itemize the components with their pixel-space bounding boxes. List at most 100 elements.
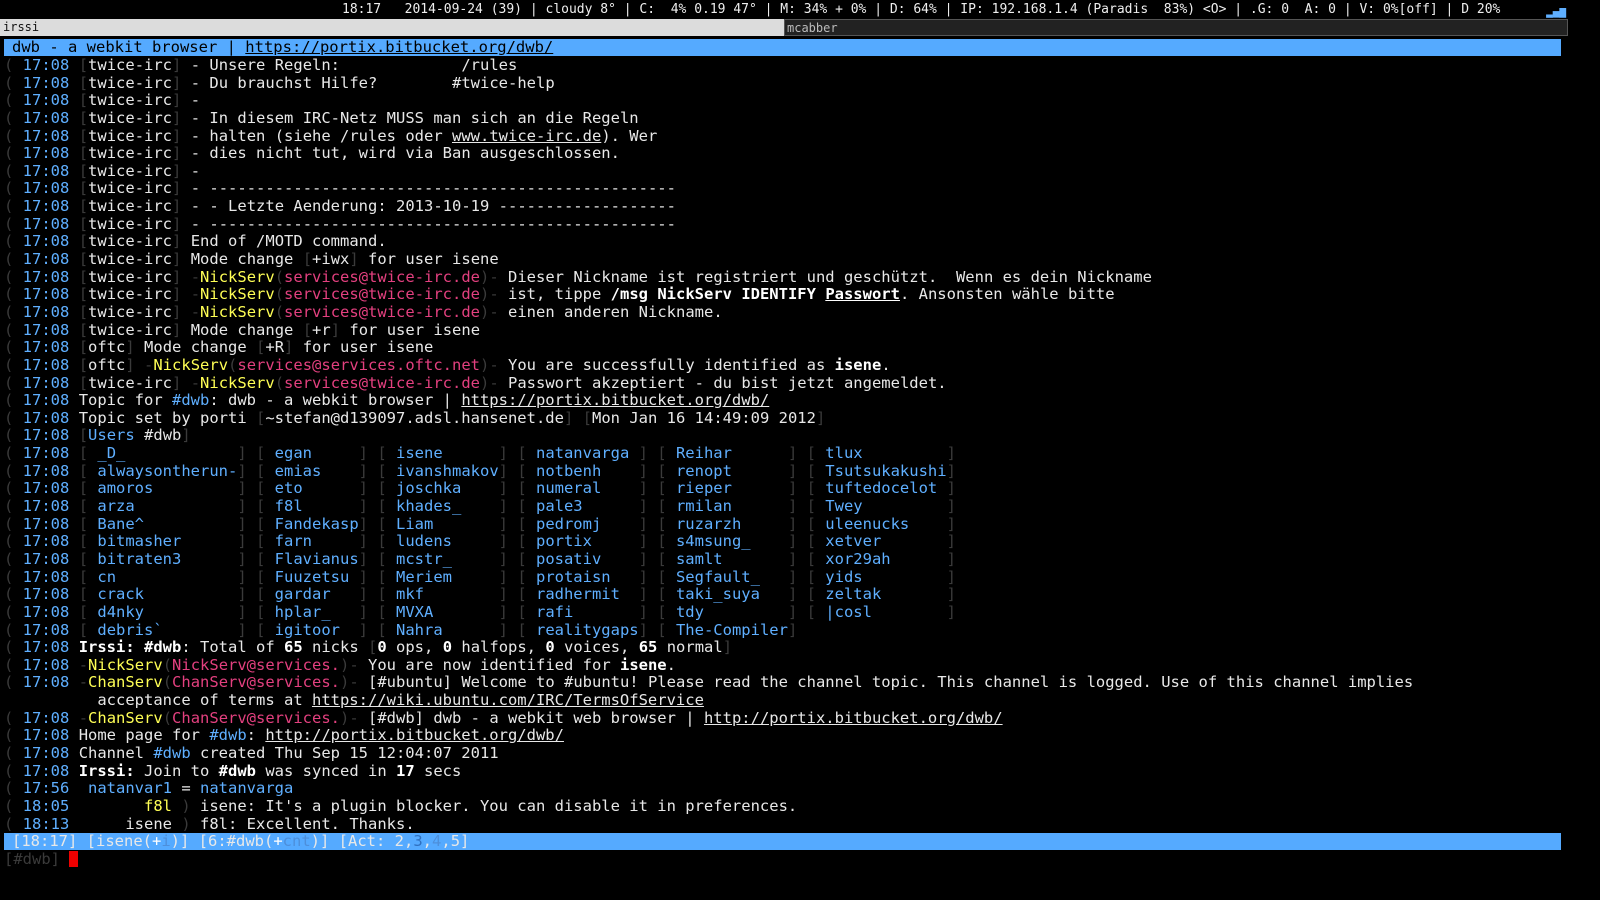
user-nick[interactable]: realitygaps xyxy=(536,621,639,640)
message-segment: 65 xyxy=(638,638,658,657)
timestamp: 17:08 xyxy=(22,461,70,480)
user-nick[interactable]: igitoor xyxy=(275,621,359,640)
message-segment: NickServ xyxy=(153,355,229,374)
window-title-mcabber[interactable]: mcabber xyxy=(784,19,1568,36)
user-nick[interactable]: mkf xyxy=(396,586,499,604)
user-nick[interactable]: protaisn xyxy=(536,568,639,587)
user-nick[interactable]: numeral xyxy=(536,480,639,498)
user-nick[interactable]: taki_suya xyxy=(676,586,788,604)
user-nick[interactable]: alwaysontherun- xyxy=(97,462,237,481)
link[interactable]: https://portix.bitbucket.org/dwb/ xyxy=(461,391,769,409)
user-nick[interactable]: Tsutsukakushi xyxy=(825,462,946,481)
user-nick[interactable]: renopt xyxy=(676,462,788,481)
user-nick[interactable]: khades_ xyxy=(396,497,499,516)
irssi-terminal[interactable]: dwb - a webkit browser | https://portix.… xyxy=(0,36,1568,882)
link[interactable]: www.twice-irc.de xyxy=(452,127,601,145)
message-segment: [ xyxy=(368,638,378,657)
user-nick[interactable]: uleenucks xyxy=(825,515,946,534)
user-nick[interactable]: pale3 xyxy=(536,497,639,516)
user-nick[interactable]: debris` xyxy=(97,621,237,640)
user-nick[interactable]: _D_ xyxy=(97,444,237,463)
line-marker: ( xyxy=(4,56,23,74)
user-nick[interactable]: rmilan xyxy=(676,497,788,516)
user-nick[interactable]: Bane^ xyxy=(97,515,237,534)
user-nick[interactable]: notbenh xyxy=(536,462,639,481)
log-line: ( 17:08 Topic set by porti [~stefan@d139… xyxy=(4,408,1564,428)
bracket: ] xyxy=(237,514,256,533)
link[interactable]: https://wiki.ubuntu.com/IRC/TermsOfServi… xyxy=(312,691,704,709)
user-nick[interactable]: MVXA xyxy=(396,603,499,622)
user-nick[interactable]: tuftedocelot xyxy=(825,480,946,498)
user-nick[interactable]: portix xyxy=(536,533,639,551)
line-marker: ( xyxy=(4,708,23,727)
user-nick[interactable]: farn xyxy=(275,533,359,551)
user-nick[interactable]: emias xyxy=(275,462,359,481)
user-nick[interactable]: Reihar xyxy=(676,444,788,463)
user-nick[interactable]: The-Compiler xyxy=(676,621,788,640)
user-nick[interactable]: egan xyxy=(275,444,359,463)
user-nick[interactable]: crack xyxy=(97,586,237,604)
user-nick[interactable]: arza xyxy=(97,497,237,516)
user-nick[interactable]: rieper xyxy=(676,480,788,498)
user-nick[interactable]: tdy xyxy=(676,603,788,622)
user-nick[interactable]: Fandekasp xyxy=(275,515,359,534)
network-tag: twice-irc xyxy=(88,126,173,145)
user-nick[interactable]: amoros xyxy=(97,480,237,498)
user-nick[interactable]: ruzarzh xyxy=(676,515,788,534)
user-nick[interactable]: bitmasher xyxy=(97,533,237,551)
link[interactable]: http://portix.bitbucket.org/dwb/ xyxy=(704,709,1003,727)
user-nick[interactable]: ludens xyxy=(396,533,499,551)
bracket: ] xyxy=(946,461,966,480)
user-nick[interactable]: natanvarga xyxy=(536,444,639,463)
user-nick[interactable]: posativ xyxy=(536,550,639,569)
user-nick[interactable]: Segfault_ xyxy=(676,568,788,587)
user-nick[interactable]: radhermit xyxy=(536,586,639,604)
user-nick[interactable]: Flavianus xyxy=(275,550,359,569)
user-nick[interactable]: Fuuzetsu xyxy=(275,568,359,587)
message-segment: - xyxy=(181,161,201,180)
user-nick[interactable]: gardar xyxy=(275,586,359,604)
user-nick[interactable]: bitraten3 xyxy=(97,550,237,569)
bracket: ] xyxy=(358,514,378,533)
bracket: [ xyxy=(78,620,98,639)
user-nick[interactable]: mcstr_ xyxy=(396,550,499,569)
user-nick[interactable]: eto xyxy=(275,480,359,498)
window-title-irssi[interactable]: irssi xyxy=(0,19,784,36)
user-nick[interactable]: hplar_ xyxy=(275,603,359,622)
input-line[interactable]: [#dwb] xyxy=(4,851,78,868)
message-segment: [ xyxy=(302,250,313,269)
user-nick[interactable]: f8l xyxy=(275,497,359,516)
topic-url[interactable]: https://portix.bitbucket.org/dwb/ xyxy=(245,38,553,56)
user-nick[interactable]: Meriem xyxy=(396,568,499,587)
message-segment: ~stefan@d139097.adsl.hansenet.de xyxy=(265,408,564,427)
user-nick[interactable]: isene xyxy=(396,444,499,463)
user-nick[interactable]: s4msung_ xyxy=(676,533,788,551)
users-row: ( 17:08 [ debris`] [ igitoor] [ Nahra] [… xyxy=(4,620,1564,640)
user-nick[interactable]: pedromj xyxy=(536,515,639,534)
user-nick[interactable]: Twey xyxy=(825,497,946,516)
user-nick[interactable]: xetver xyxy=(825,533,946,551)
user-nick[interactable]: zeltak xyxy=(825,586,946,604)
user-nick[interactable]: ivanshmakov xyxy=(396,462,499,481)
user-nick[interactable]: yids xyxy=(825,568,946,587)
message-segment: services@twice-irc.de xyxy=(284,267,481,286)
user-nick[interactable]: Liam xyxy=(396,515,499,534)
user-nick[interactable]: xor29ah xyxy=(825,550,946,569)
user-nick[interactable]: rafi xyxy=(536,603,639,622)
link[interactable]: http://portix.bitbucket.org/dwb/ xyxy=(265,726,564,745)
user-nick[interactable]: |cosl xyxy=(825,603,946,622)
bracket: ] xyxy=(946,602,966,621)
user-nick[interactable]: Nahra xyxy=(396,621,499,640)
user-nick[interactable]: joschka xyxy=(396,480,499,498)
user-nick[interactable]: cn xyxy=(97,568,237,587)
message-segment: ops, xyxy=(386,638,443,657)
users-row: ( 17:08 [ _D_] [ egan] [ isene] [ natanv… xyxy=(4,444,1564,463)
user-nick[interactable]: samlt xyxy=(676,550,788,569)
user-nick[interactable]: tlux xyxy=(825,444,946,463)
user-nick[interactable]: d4nky xyxy=(97,603,237,622)
line-marker: ( xyxy=(4,197,23,216)
